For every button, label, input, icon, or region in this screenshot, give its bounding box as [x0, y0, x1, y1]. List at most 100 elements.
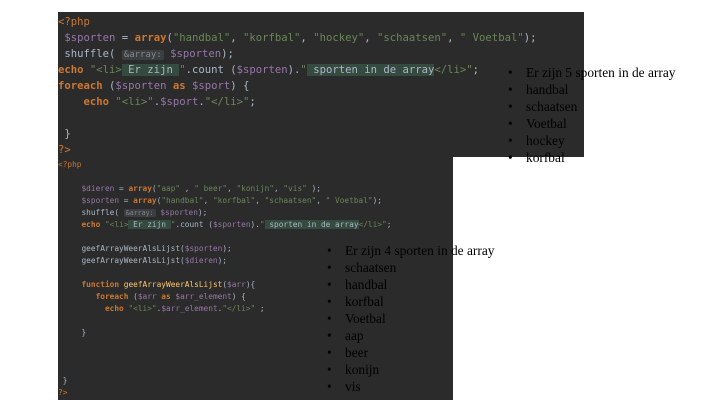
code-token: sporten in de array: [264, 220, 359, 229]
code-line[interactable]: foreach ($sporten as $sport) {: [58, 78, 249, 94]
code-token: (: [128, 292, 138, 301]
code-line[interactable]: geefArrayWeerAlsLijst($dieren);: [58, 255, 227, 267]
code-token: .count (: [175, 220, 213, 229]
code-token: echo: [83, 96, 110, 108]
code-token: foreach: [95, 292, 129, 301]
output-list-item: schaatsen: [327, 259, 494, 276]
code-token: echo: [81, 220, 101, 229]
code-token: "<li>": [115, 96, 154, 108]
code-line[interactable]: echo "<li>".$arr_element."</li>" ;: [58, 303, 265, 315]
code-token: ;: [472, 64, 480, 76]
code-token: $arr: [137, 292, 157, 301]
code-token: $sporten: [236, 64, 288, 76]
code-line[interactable]: function geefArrayWeerAlsLijst($arr){: [58, 279, 255, 291]
code-token: $sport: [160, 96, 199, 108]
code-line[interactable]: echo "<li>".$sport."</li>";: [58, 94, 256, 110]
code-token: $sporten: [184, 244, 223, 253]
parameter-hint: &array:: [121, 50, 164, 60]
code-token: ": [259, 220, 265, 229]
code-token: ?>: [58, 388, 68, 397]
code-token: }: [58, 128, 71, 140]
code-token: );: [222, 244, 232, 253]
code-line[interactable]: }: [58, 375, 68, 387]
parameter-hint: &array:: [123, 209, 156, 217]
code-line[interactable]: }: [58, 126, 71, 142]
code-token: $arr_element: [161, 304, 218, 313]
code-token: );: [306, 184, 321, 193]
code-token: );: [221, 48, 234, 60]
output-list-item: Voetbal: [327, 310, 494, 327]
code-token: Er zijn: [121, 64, 180, 76]
browser-output-list-top: Er zijn 5 sporten in de arrayhandbalscha…: [508, 64, 675, 166]
code-token: ,: [180, 184, 195, 193]
code-line[interactable]: }: [58, 327, 86, 339]
code-line[interactable]: $sporten = array("handbal", "korfbal", "…: [58, 195, 382, 207]
browser-output-list-bottom: Er zijn 4 sporten in de arrayschaatsenha…: [327, 242, 494, 395]
code-line[interactable]: foreach ($arr as $arr_element) {: [58, 291, 246, 303]
code-editor-top[interactable]: <?php $sporten = array("handbal", "korfb…: [58, 12, 584, 157]
code-token: echo: [104, 304, 124, 313]
code-token: ,: [447, 32, 460, 44]
code-token: "schaatsen": [376, 32, 448, 44]
code-token: ) {: [230, 80, 250, 92]
code-line[interactable]: $dieren = array("aap" , " beer", "konijn…: [58, 183, 321, 195]
code-token: "konijn": [236, 184, 275, 193]
code-line[interactable]: ?>: [58, 142, 71, 157]
code-token: echo: [58, 64, 84, 76]
code-token: geefArrayWeerAlsLijst: [123, 280, 223, 289]
code-token: <?php: [58, 160, 82, 169]
code-token: "<li>": [128, 304, 157, 313]
code-token: ,: [300, 32, 314, 44]
code-token: =: [114, 184, 129, 193]
code-token: $sporten: [160, 208, 198, 217]
code-token: .count (: [185, 64, 237, 76]
output-list-item: korfbal: [327, 293, 494, 310]
code-token: );: [372, 196, 382, 205]
code-token: ?>: [58, 144, 71, 156]
code-token: foreach: [58, 80, 103, 92]
code-token: $sport: [192, 80, 231, 92]
code-token: "handbal": [172, 32, 231, 44]
code-token: ).: [250, 220, 260, 229]
code-token: shuffle(: [58, 208, 124, 217]
code-token: Er zijn: [128, 220, 171, 229]
code-token: (: [102, 80, 116, 92]
code-token: );: [197, 208, 208, 217]
code-line[interactable]: $sporten = array("handbal", "korfbal", "…: [58, 30, 536, 46]
code-token: );: [217, 256, 227, 265]
code-token: $dieren: [81, 184, 115, 193]
code-token: " beer": [194, 184, 228, 193]
output-list-item: Er zijn 5 sporten in de array: [508, 64, 675, 81]
code-token: ).: [287, 64, 301, 76]
code-line[interactable]: echo "<li> Er zijn ".count ($sporten)." …: [58, 219, 391, 231]
code-line[interactable]: shuffle( &array: $sporten);: [58, 207, 207, 219]
code-token: <?php: [58, 16, 90, 28]
code-token: "<li>: [89, 64, 122, 76]
code-token: ,: [316, 196, 326, 205]
code-token: array: [134, 32, 167, 44]
output-list-item: Voetbal: [508, 115, 675, 132]
code-token: as: [161, 292, 171, 301]
code-token: ,: [274, 184, 284, 193]
code-line[interactable]: <?php: [58, 14, 90, 30]
code-line[interactable]: geefArrayWeerAlsLijst($sporten);: [58, 243, 232, 255]
code-line[interactable]: shuffle( &array: $sporten);: [58, 46, 234, 62]
code-token: array: [128, 184, 152, 193]
code-token: ){: [245, 280, 256, 289]
output-list-item: konijn: [327, 361, 494, 378]
code-token: $dieren: [184, 256, 218, 265]
code-token: $arr: [227, 280, 246, 289]
code-token: $sporten: [212, 220, 251, 229]
output-list-item: aap: [327, 327, 494, 344]
code-token: "aap": [156, 184, 181, 193]
code-token: ;: [249, 96, 256, 108]
code-token: ;: [255, 304, 265, 313]
code-token: $sporten: [81, 196, 120, 205]
code-line[interactable]: <?php: [58, 159, 81, 171]
code-token: ,: [230, 32, 244, 44]
code-token: geefArrayWeerAlsLijst(: [58, 256, 185, 265]
code-token: =: [119, 196, 134, 205]
code-line[interactable]: ?>: [58, 387, 67, 399]
code-line[interactable]: echo "<li> Er zijn ".count ($sporten)." …: [58, 62, 479, 78]
